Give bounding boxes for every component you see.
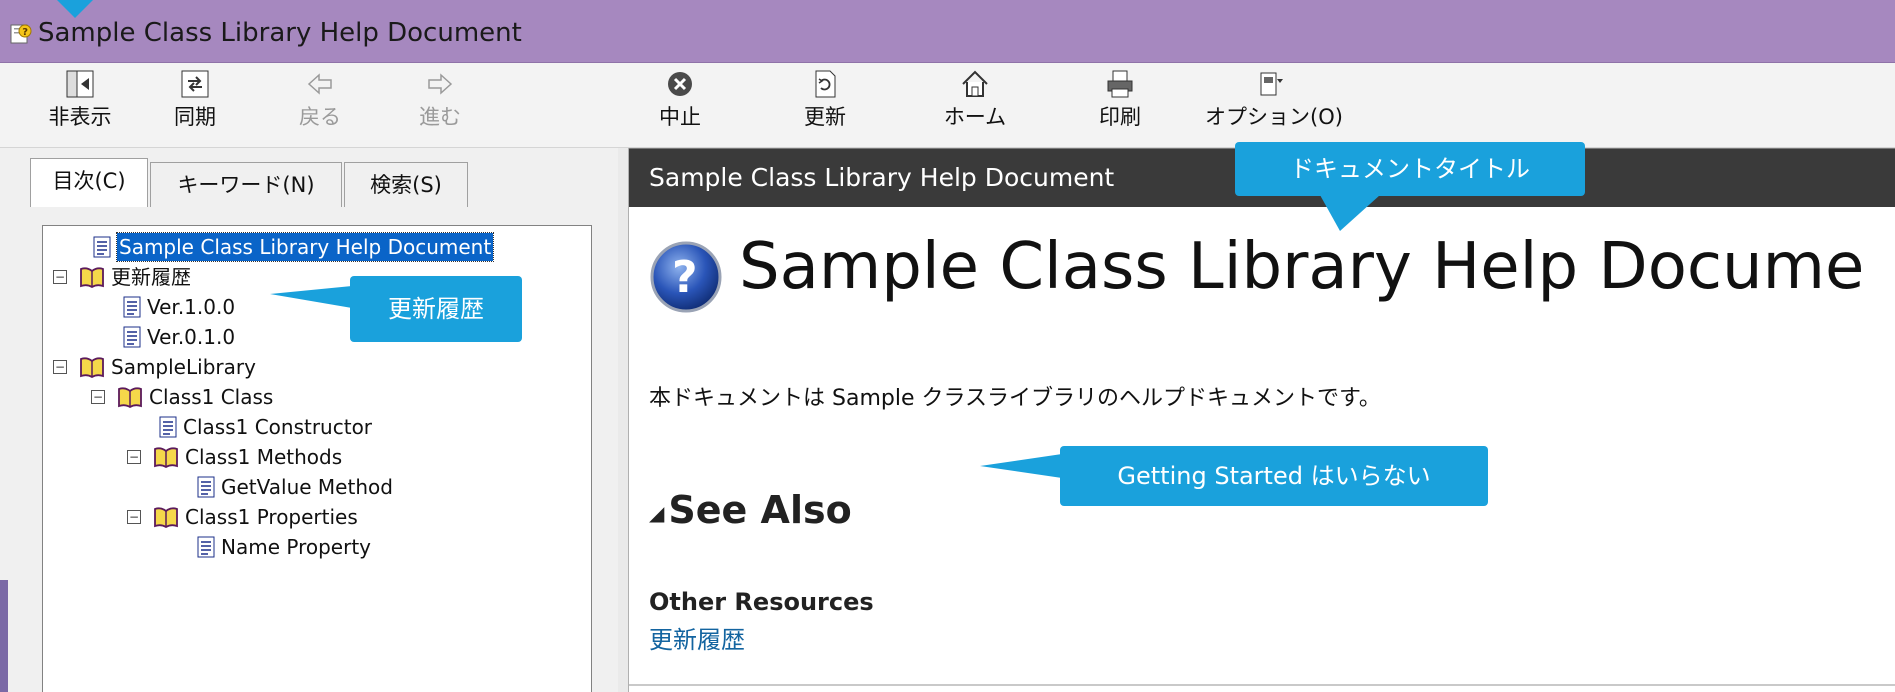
options-icon: [1260, 72, 1283, 96]
page-icon: [197, 536, 215, 558]
back-arrow-icon: [307, 73, 332, 95]
page-icon: [123, 296, 141, 318]
section-toggle-icon: ◢: [649, 500, 665, 525]
refresh-label: 更新: [804, 105, 846, 129]
callout-doc-title-text: ドキュメントタイトル: [1290, 155, 1530, 183]
tab-search-label: 検索(S): [370, 173, 442, 197]
help-question-icon: ?: [650, 241, 722, 313]
collapse-icon[interactable]: −: [53, 360, 67, 374]
print-label: 印刷: [1099, 105, 1141, 129]
home-button[interactable]: ホーム: [925, 69, 1025, 143]
forward-arrow-icon: [428, 73, 453, 95]
tab-contents-label: 目次(C): [52, 169, 126, 193]
callout-tail-icon: [980, 454, 1062, 478]
sync-icon: [181, 70, 209, 98]
header-title: Sample Class Library Help Document: [649, 163, 1115, 192]
tree-label-root: Sample Class Library Help Document: [115, 232, 495, 262]
left-edge-accent: [0, 580, 8, 692]
history-link[interactable]: 更新履歴: [649, 620, 745, 655]
hide-button[interactable]: 非表示: [30, 69, 130, 143]
tab-search[interactable]: 検索(S): [344, 162, 468, 207]
options-button[interactable]: オプション(O): [1205, 69, 1343, 143]
tree-label-properties: Class1 Properties: [185, 505, 358, 529]
options-label: オプション(O): [1205, 105, 1343, 129]
collapse-icon[interactable]: −: [127, 450, 141, 464]
title-bar[interactable]: ? Sample Class Library Help Document: [0, 0, 1895, 63]
other-resources-heading: Other Resources: [649, 588, 874, 616]
tree-label-class1: Class1 Class: [149, 385, 274, 409]
tree-label-history: 更新履歴: [111, 265, 191, 289]
toolbar: 非表示 同期 戻る 進む 中止 更新 ホーム 印刷 オプション(O): [0, 63, 1895, 148]
pointer-arrow-icon: [57, 0, 93, 18]
stop-label: 中止: [659, 105, 701, 129]
see-also-heading[interactable]: ◢ See Also: [649, 488, 852, 532]
forward-button[interactable]: 進む: [390, 69, 490, 143]
content-pane: Sample Class Library Help Document ? Sam…: [629, 148, 1895, 692]
back-button[interactable]: 戻る: [270, 69, 370, 143]
pane-splitter[interactable]: [618, 148, 629, 692]
help-app-icon: ?: [10, 24, 32, 44]
home-label: ホーム: [943, 105, 1007, 129]
callout-history: 更新履歴: [350, 276, 522, 342]
open-book-icon: [154, 447, 178, 468]
tree-label-sample-library: SampleLibrary: [111, 355, 256, 379]
forward-label: 進む: [419, 105, 461, 129]
printer-icon: [1107, 70, 1133, 98]
stop-icon: [668, 72, 692, 96]
callout-getting-started-text: Getting Started はいらない: [1117, 462, 1431, 490]
page-icon: [159, 416, 177, 438]
navigation-pane: 目次(C) キーワード(N) 検索(S) Sample Class Librar…: [0, 148, 619, 692]
tree-label-methods: Class1 Methods: [185, 445, 343, 469]
hide-pane-icon: [66, 70, 94, 98]
home-icon: [962, 70, 988, 97]
hide-label: 非表示: [48, 105, 112, 129]
bottom-divider: [629, 684, 1895, 686]
callout-tail-icon: [1320, 195, 1380, 231]
refresh-icon: [815, 70, 836, 98]
svg-text:?: ?: [22, 27, 28, 38]
callout-getting-started: Getting Started はいらない: [1060, 446, 1488, 506]
collapse-icon[interactable]: −: [53, 270, 67, 284]
tab-contents[interactable]: 目次(C): [30, 158, 148, 207]
stop-button[interactable]: 中止: [630, 69, 730, 143]
page-icon: [123, 326, 141, 348]
help-window: ? Sample Class Library Help Document 非表示…: [0, 0, 1895, 692]
window-title: Sample Class Library Help Document: [38, 18, 522, 48]
tab-keyword[interactable]: キーワード(N): [150, 162, 342, 207]
page-icon: [93, 236, 111, 258]
tab-keyword-label: キーワード(N): [177, 173, 315, 197]
print-button[interactable]: 印刷: [1070, 69, 1170, 143]
open-book-icon: [80, 357, 104, 378]
tree-label-constructor: Class1 Constructor: [183, 415, 373, 439]
svg-text:?: ?: [672, 252, 698, 303]
open-book-icon: [154, 507, 178, 528]
callout-document-title: ドキュメントタイトル: [1235, 142, 1585, 196]
see-also-label: See Also: [668, 488, 852, 532]
collapse-icon[interactable]: −: [127, 510, 141, 524]
collapse-icon[interactable]: −: [91, 390, 105, 404]
tree-label-name-property: Name Property: [221, 535, 371, 559]
intro-text: 本ドキュメントは Sample クラスライブラリのヘルプドキュメントです。: [649, 386, 1381, 411]
refresh-button[interactable]: 更新: [775, 69, 875, 143]
tree-label-ver100: Ver.1.0.0: [147, 295, 236, 319]
tree-label-getvalue: GetValue Method: [221, 475, 393, 499]
open-book-icon: [118, 387, 142, 408]
tree-label-ver010: Ver.0.1.0: [147, 325, 236, 349]
callout-tail-icon: [270, 286, 352, 308]
page-title: Sample Class Library Help Docume: [739, 230, 1865, 304]
open-book-icon: [80, 267, 104, 288]
sync-label: 同期: [174, 105, 216, 129]
callout-history-text: 更新履歴: [388, 295, 484, 323]
back-label: 戻る: [299, 105, 341, 129]
sync-button[interactable]: 同期: [145, 69, 245, 143]
page-icon: [197, 476, 215, 498]
